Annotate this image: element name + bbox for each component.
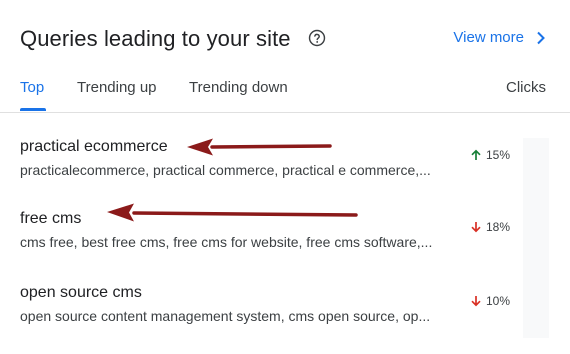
- clicks-change: 10%: [470, 294, 510, 308]
- view-more-label: View more: [453, 29, 524, 46]
- view-more-link[interactable]: View more: [453, 28, 546, 48]
- card-header: Queries leading to your site View more: [20, 24, 550, 56]
- active-tab-indicator: [20, 108, 46, 111]
- clicks-change: 18%: [470, 220, 510, 234]
- arrow-down-icon: [471, 222, 481, 233]
- change-value: 10%: [486, 294, 511, 308]
- clicks-column-header[interactable]: Clicks: [506, 78, 546, 98]
- queries-card: Queries leading to your site View more T…: [0, 0, 570, 340]
- tab-top[interactable]: Top: [20, 78, 44, 98]
- related-queries: cms free, best free cms, free cms for we…: [20, 234, 433, 250]
- related-queries: open source content management system, c…: [20, 308, 431, 324]
- arrow-up-icon: [471, 149, 481, 160]
- tab-trending-down[interactable]: Trending down: [189, 78, 288, 98]
- query-row[interactable]: free cms cms free, best free cms, free c…: [0, 208, 570, 280]
- tab-bar: Top Trending up Trending down Clicks: [0, 68, 570, 113]
- change-value: 18%: [486, 220, 511, 234]
- change-value: 15%: [486, 148, 511, 162]
- clicks-change: 15%: [470, 148, 510, 162]
- query-text: open source cms: [20, 284, 142, 301]
- query-row[interactable]: open source cms open source content mana…: [0, 282, 570, 354]
- query-row[interactable]: practical ecommerce practicalecommerce, …: [0, 136, 570, 208]
- card-title: Queries leading to your site: [20, 26, 291, 51]
- related-queries: practicalecommerce, practical commerce, …: [20, 162, 431, 178]
- arrow-down-icon: [471, 296, 481, 307]
- tab-trending-up[interactable]: Trending up: [77, 78, 157, 98]
- help-circle-icon[interactable]: [308, 29, 326, 47]
- chevron-right-icon: [537, 31, 545, 45]
- query-text: practical ecommerce: [20, 138, 168, 155]
- query-text: free cms: [20, 210, 82, 227]
